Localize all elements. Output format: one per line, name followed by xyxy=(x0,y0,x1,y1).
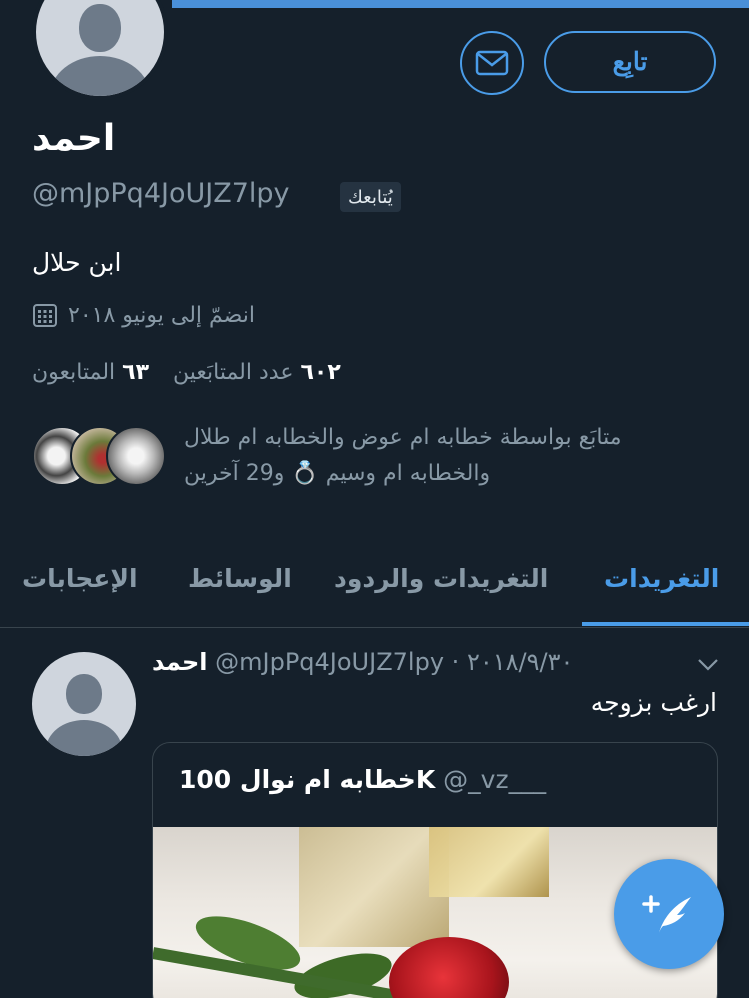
quoted-tweet-header: خطابه ام نوال 100K @_vz___ xyxy=(179,765,546,794)
quoted-author-handle: @_vz___ xyxy=(443,765,547,794)
tab-likes[interactable]: الإعجابات xyxy=(22,564,138,593)
mutual-followers-text: متابَع بواسطة خطابه ام عوض والخطابه ام ط… xyxy=(184,420,684,492)
tweet-text: ارغب بزوجه xyxy=(590,688,717,717)
compose-tweet-icon xyxy=(642,895,691,933)
followers-stat[interactable]: ٦٣ المتابعون xyxy=(32,360,149,385)
tab-media[interactable]: الوسائط xyxy=(188,564,292,593)
avatar-head-shape xyxy=(66,674,102,714)
profile-avatar[interactable] xyxy=(32,0,168,100)
joined-text: انضمّ إلى يونيو ٢٠١٨ xyxy=(68,302,255,328)
tweet-header: احمد @mJpPq4JoUJZ7lpy · ٢٠١٨/٩/٣٠ xyxy=(152,648,573,676)
active-tab-indicator xyxy=(582,622,749,626)
followers-count: ٦٣ xyxy=(122,360,149,385)
compose-tweet-button[interactable] xyxy=(614,859,724,969)
mutual-avatar xyxy=(106,426,166,486)
mutual-followers[interactable]: متابَع بواسطة خطابه ام عوض والخطابه ام ط… xyxy=(32,420,692,494)
tweet-date: ٢٠١٨/٩/٣٠ xyxy=(466,648,574,676)
banner-strip xyxy=(172,0,749,8)
tweet-author-name[interactable]: احمد xyxy=(152,648,207,676)
mail-icon xyxy=(475,50,509,76)
avatar-head-shape xyxy=(79,4,121,52)
avatar-body-shape xyxy=(46,720,122,756)
quoted-author-name: خطابه ام نوال 100K xyxy=(179,765,436,794)
image-gift-box xyxy=(429,827,549,897)
tab-tweets-replies[interactable]: التغريدات والردود xyxy=(334,564,548,593)
joined-date: انضمّ إلى يونيو ٢٠١٨ xyxy=(32,302,255,328)
mutual-line-1: متابَع بواسطة خطابه ام عوض والخطابه ام ط… xyxy=(184,425,622,450)
mutual-line-2: والخطابه ام وسيم 💍 و29 آخرين xyxy=(184,461,491,486)
profile-bio: ابن حلال xyxy=(32,248,122,277)
profile-stats: ٦٣ المتابعون ٦٠٢ عدد المتابَعين xyxy=(32,360,341,385)
message-button[interactable] xyxy=(460,31,524,95)
calendar-icon xyxy=(33,304,57,327)
tweet-author-handle: @mJpPq4JoUJZ7lpy xyxy=(215,648,445,676)
following-label: عدد المتابَعين xyxy=(173,360,294,385)
following-stat[interactable]: ٦٠٢ عدد المتابَعين xyxy=(173,360,341,385)
quoted-tweet[interactable]: خطابه ام نوال 100K @_vz___ xyxy=(152,742,718,998)
follow-button[interactable]: تابِع xyxy=(544,31,716,93)
avatar-body-shape xyxy=(50,56,150,96)
follows-you-badge: يُتابعك xyxy=(340,182,401,212)
following-count: ٦٠٢ xyxy=(300,360,341,385)
tweet-separator: · xyxy=(451,648,460,676)
profile-name: احمد xyxy=(32,118,116,159)
tweet-avatar[interactable] xyxy=(32,652,136,756)
chevron-down-icon[interactable] xyxy=(696,654,720,674)
profile-handle: @mJpPq4JoUJZ7lpy xyxy=(32,178,290,209)
followers-label: المتابعون xyxy=(32,360,116,385)
tab-tweets[interactable]: التغريدات xyxy=(604,564,719,593)
profile-tabs: الإعجابات الوسائط التغريدات والردود التغ… xyxy=(0,546,749,628)
image-gift-box xyxy=(299,827,449,947)
mutual-avatars xyxy=(32,426,172,486)
